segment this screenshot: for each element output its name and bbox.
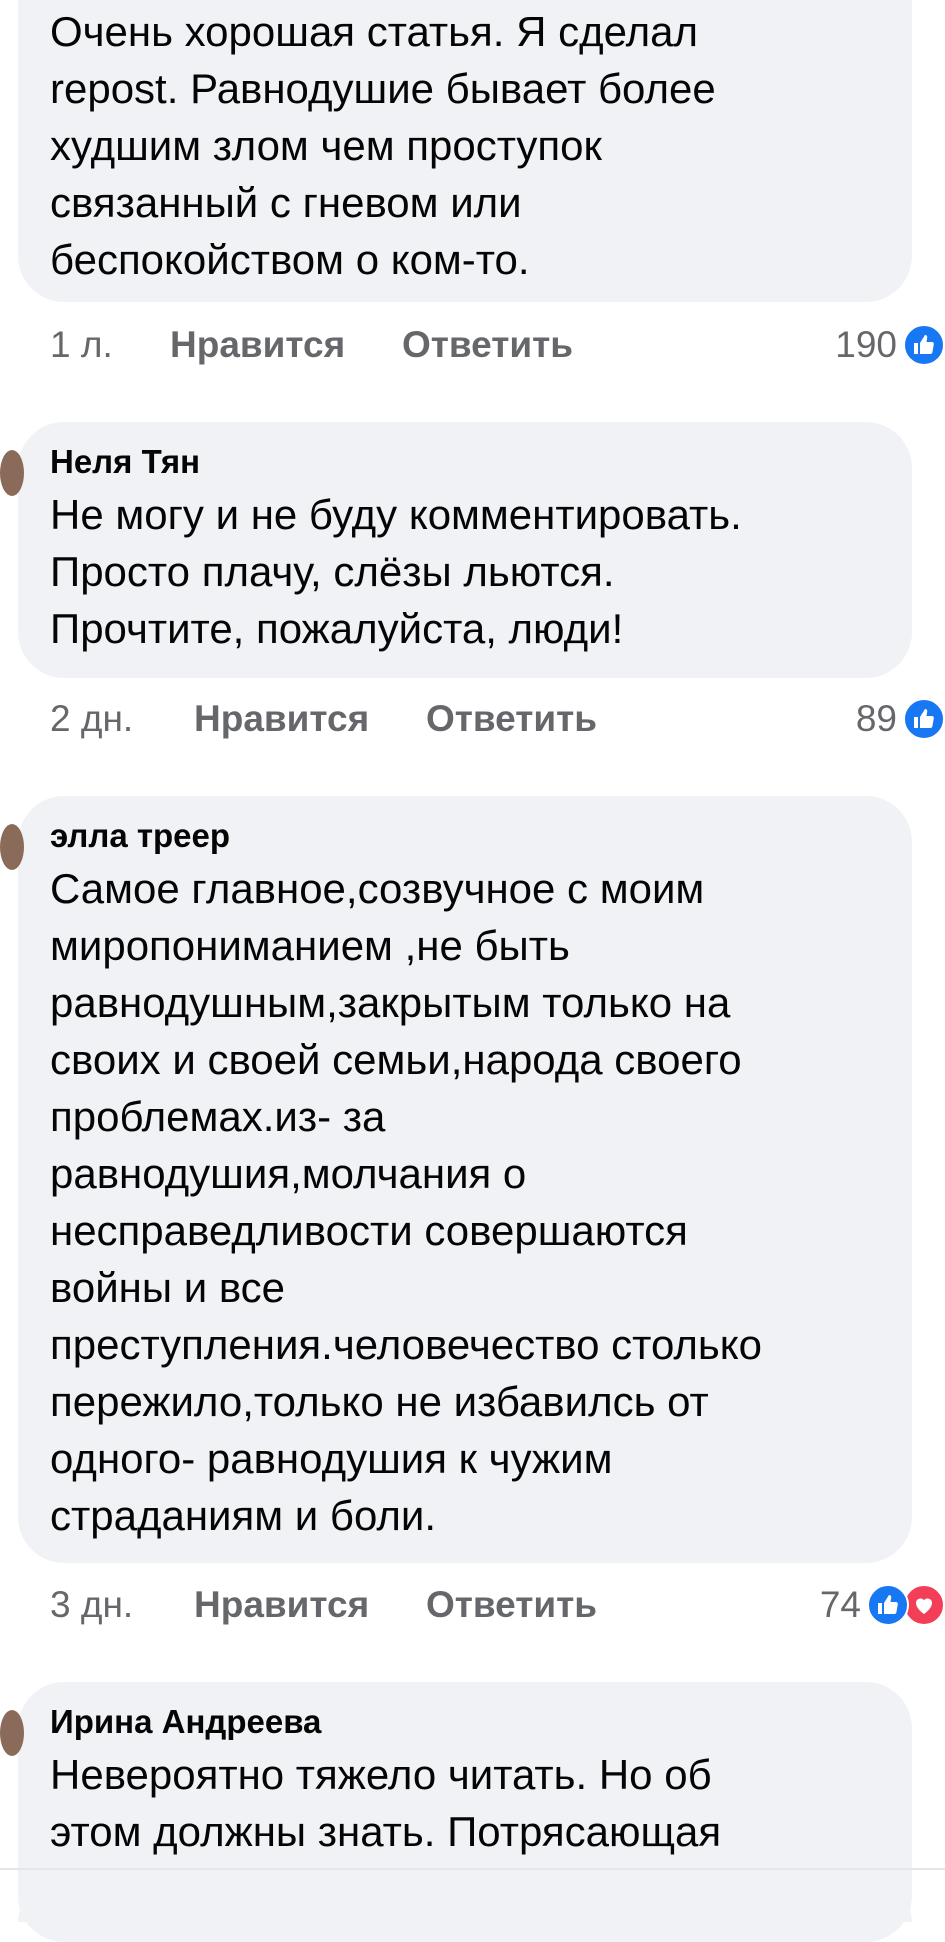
comment-actions: 2 дн. Нравится Ответить 89 <box>50 694 945 744</box>
comment-actions: 1 л. Нравится Ответить 190 <box>50 320 945 370</box>
reply-button[interactable]: Ответить <box>402 320 573 370</box>
comment-bubble <box>18 1882 912 1922</box>
like-icon <box>903 698 945 740</box>
like-button[interactable]: Нравится <box>194 1580 369 1630</box>
avatar[interactable] <box>0 824 24 870</box>
like-button[interactable]: Нравится <box>170 320 345 370</box>
comment-text: Очень хорошая статья. Я сделал repost. Р… <box>50 8 716 283</box>
comment-timestamp[interactable]: 3 дн. <box>50 1580 133 1630</box>
comment-author[interactable]: Неля Тян <box>50 442 880 482</box>
reaction-count: 74 <box>819 1584 861 1625</box>
like-icon <box>903 324 945 366</box>
reaction-summary[interactable]: 74 <box>820 1580 945 1630</box>
like-button[interactable]: Нравится <box>194 694 369 744</box>
comment-text: Самое главное,созвучное с моим миропоним… <box>50 865 762 1539</box>
comment-bubble: Очень хорошая статья. Я сделал repost. Р… <box>18 0 912 302</box>
heart-icon <box>903 1584 945 1626</box>
comment-text: Невероятно тяжело читать. Но об этом дол… <box>50 1751 722 1855</box>
comment-timestamp[interactable]: 2 дн. <box>50 694 133 744</box>
like-icon <box>867 1584 909 1626</box>
reaction-count: 190 <box>835 324 897 365</box>
comment-text: Не могу и не буду комментировать. Просто… <box>50 491 742 652</box>
comment-bubble: Неля Тян Не могу и не буду комментироват… <box>0 422 912 678</box>
reaction-summary[interactable]: 89 <box>856 694 945 744</box>
reply-button[interactable]: Ответить <box>426 694 597 744</box>
reply-button[interactable]: Ответить <box>426 1580 597 1630</box>
reaction-summary[interactable]: 190 <box>835 320 945 370</box>
comment-author[interactable]: элла треер <box>50 816 880 856</box>
avatar[interactable] <box>0 450 24 496</box>
comment-actions: 3 дн. Нравится Ответить 74 <box>50 1580 945 1630</box>
divider <box>0 1868 945 1870</box>
avatar[interactable] <box>0 1710 24 1756</box>
comment-author[interactable]: Ирина Андреева <box>50 1702 880 1742</box>
comment-timestamp[interactable]: 1 л. <box>50 320 113 370</box>
reaction-count: 89 <box>855 698 897 739</box>
comment-bubble: элла треер Самое главное,созвучное с мои… <box>0 796 912 1563</box>
